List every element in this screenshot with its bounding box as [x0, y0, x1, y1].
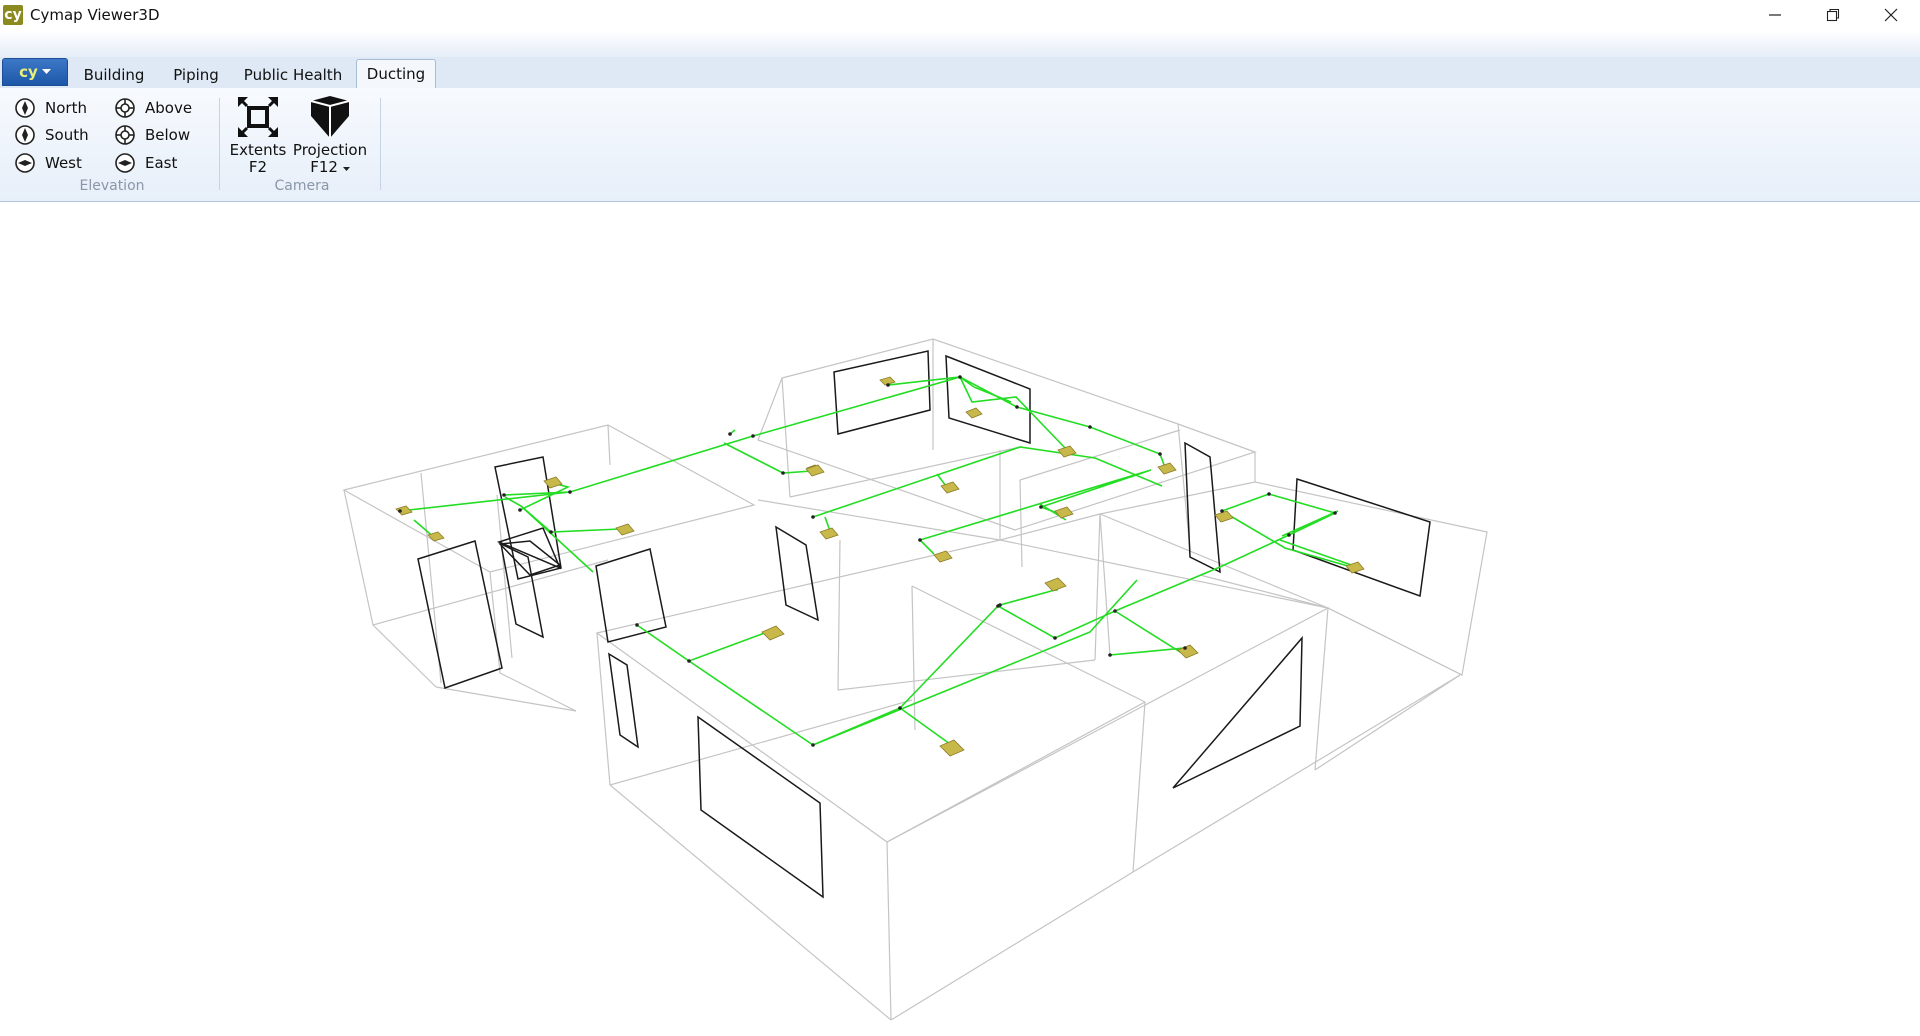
north-label: North: [45, 99, 87, 117]
projection-shortcut: F12: [310, 158, 338, 176]
camera-group-label: Camera: [274, 178, 330, 194]
elevation-group-label: Elevation: [79, 178, 145, 194]
minimize-icon[interactable]: [1746, 0, 1804, 30]
west-label: West: [45, 154, 82, 172]
projection-cube-icon: [310, 96, 350, 138]
extents-label: Extents: [229, 141, 287, 159]
extents-shortcut: F2: [248, 158, 268, 176]
below-view-button[interactable]: Below: [114, 123, 190, 147]
app-logo-icon: cy: [3, 5, 23, 25]
building-model-drawing[interactable]: [0, 202, 1920, 1032]
close-icon[interactable]: [1862, 0, 1920, 30]
north-view-button[interactable]: North: [14, 96, 87, 120]
chevron-down-icon: [41, 69, 51, 74]
tab-building[interactable]: Building: [78, 61, 150, 88]
extents-button[interactable]: Extents F2: [230, 94, 286, 176]
compass-west-icon: [15, 153, 35, 173]
window-controls: [1746, 0, 1920, 30]
header-band: [0, 30, 1920, 57]
ribbon-tab-row: cy Building Piping Public Health Ducting: [0, 57, 1920, 89]
3d-viewport[interactable]: [0, 202, 1920, 1032]
app-menu-button[interactable]: cy: [2, 58, 68, 86]
dropdown-arrow-icon: [342, 167, 350, 171]
compass-south-icon: [15, 125, 35, 145]
west-view-button[interactable]: West: [14, 151, 82, 175]
ribbon-separator: [219, 98, 220, 190]
tab-ducting[interactable]: Ducting: [356, 59, 436, 89]
compass-below-icon: [115, 125, 135, 145]
compass-east-icon: [115, 153, 135, 173]
ribbon-separator: [380, 98, 381, 190]
openings: [417, 350, 1431, 899]
above-view-button[interactable]: Above: [114, 96, 192, 120]
south-label: South: [45, 126, 89, 144]
projection-button[interactable]: Projection F12: [292, 94, 368, 176]
east-view-button[interactable]: East: [114, 151, 177, 175]
projection-shortcut-row: F12: [310, 159, 350, 176]
compass-above-icon: [115, 98, 135, 118]
window-title: Cymap Viewer3D: [30, 6, 160, 24]
extents-icon: [238, 97, 278, 137]
restore-icon[interactable]: [1804, 0, 1862, 30]
app-menu-logo-icon: cy: [19, 63, 38, 81]
south-view-button[interactable]: South: [14, 123, 89, 147]
title-bar: cy Cymap Viewer3D: [0, 0, 1920, 30]
tab-piping[interactable]: Piping: [160, 61, 232, 88]
building-wireframe: [342, 338, 1488, 1021]
compass-north-icon: [15, 98, 35, 118]
east-label: East: [145, 154, 178, 172]
ribbon-panel: North South West Above Below East Elevat…: [0, 88, 1920, 202]
projection-label: Projection: [292, 141, 368, 159]
tab-public-health[interactable]: Public Health: [240, 61, 346, 88]
above-label: Above: [145, 99, 193, 117]
below-label: Below: [145, 126, 191, 144]
